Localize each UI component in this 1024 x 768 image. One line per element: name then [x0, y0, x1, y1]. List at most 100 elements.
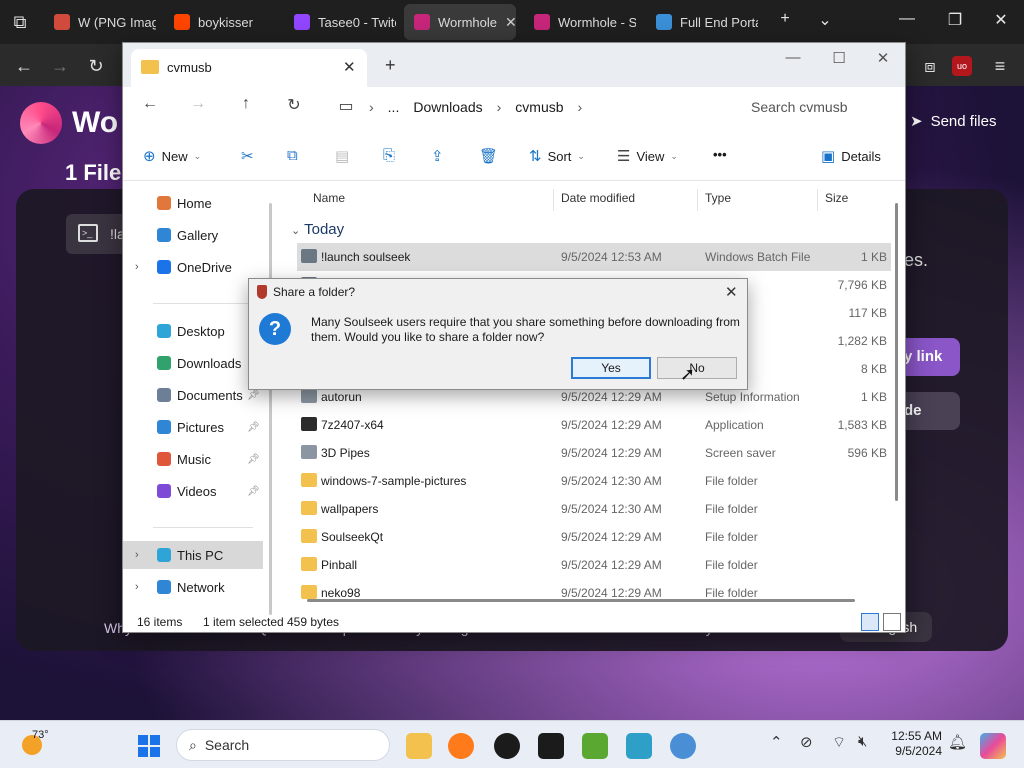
forward-icon[interactable]: →	[48, 54, 72, 78]
file-row[interactable]: !launch soulseek 9/5/2024 12:53 AM Windows…	[297, 243, 891, 271]
chevron-right-icon[interactable]: ›	[135, 549, 139, 561]
nav-item-this-pc[interactable]: › This PC	[123, 541, 263, 569]
maximize-icon[interactable]: ❐	[940, 10, 970, 30]
explorer-tab[interactable]: cvmusb ✕	[131, 49, 367, 87]
close-window-icon[interactable]: ✕	[986, 10, 1016, 30]
extensions-icon[interactable]: ⧈	[918, 54, 942, 78]
file-row[interactable]: windows-7-sample-pictures 9/5/2024 12:30 …	[297, 467, 891, 495]
firefox-taskbar-icon[interactable]	[448, 733, 474, 759]
explorer-maximize-icon[interactable]: ☐	[827, 49, 851, 67]
chevron-right-icon[interactable]: ›	[135, 261, 139, 273]
breadcrumb-downloads[interactable]: Downloads	[413, 99, 482, 115]
navigation-scrollbar[interactable]	[269, 203, 272, 615]
file-row[interactable]: SoulseekQt 9/5/2024 12:29 AM File folder	[297, 523, 891, 551]
breadcrumb-more[interactable]: ...	[388, 99, 400, 115]
nav-item-home[interactable]: Home	[123, 189, 263, 217]
more-options-button[interactable]: •••	[713, 147, 727, 162]
this-pc-icon[interactable]: ▭	[335, 96, 357, 116]
sort-button[interactable]: ⇅ Sort ⌄	[529, 147, 585, 165]
menu-icon[interactable]: ≡	[988, 54, 1012, 78]
chevron-right-icon[interactable]: ›	[135, 581, 139, 593]
nav-item-desktop[interactable]: Desktop📌︎	[123, 317, 263, 345]
nav-item-network[interactable]: › Network	[123, 573, 263, 601]
system-clock[interactable]: 12:55 AM 9/5/2024	[890, 729, 942, 759]
minecraft-taskbar-icon[interactable]	[582, 733, 608, 759]
file-row[interactable]: 3D Pipes 9/5/2024 12:29 AM Screen saver 596…	[297, 439, 891, 467]
column-separator[interactable]	[697, 189, 698, 211]
send-files-button[interactable]: ➤ Send files	[896, 104, 1010, 138]
explorer-search-input[interactable]: Search cvmusb	[737, 93, 903, 121]
large-icons-view-icon[interactable]	[883, 613, 901, 631]
file-row[interactable]: neko98 9/5/2024 12:29 AM File folder	[297, 579, 891, 607]
explorer-back-icon[interactable]: ←	[139, 95, 161, 113]
no-button[interactable]: No	[657, 357, 737, 379]
browser-tab[interactable]: Wormhole - S	[524, 4, 636, 40]
ublock-icon[interactable]: uo	[952, 56, 972, 76]
new-tab-icon[interactable]: +	[770, 10, 800, 28]
column-date-modified[interactable]: Date modified	[561, 191, 635, 205]
file-row[interactable]: wallpapers 9/5/2024 12:30 AM File folder	[297, 495, 891, 523]
nav-item-onedrive[interactable]: › OneDrive	[123, 253, 263, 281]
taskbar-search[interactable]: ⌕ Search	[176, 729, 390, 761]
explorer-refresh-icon[interactable]: ↻	[283, 95, 305, 115]
volume-muted-icon[interactable]: 🔇︎	[858, 733, 867, 750]
tab-list-chevron-icon[interactable]: ⌄	[810, 10, 840, 30]
details-view-icon[interactable]	[861, 613, 879, 631]
app-taskbar-icon[interactable]	[494, 733, 520, 759]
dialog-close-icon[interactable]: ✕	[725, 283, 738, 301]
nav-item-music[interactable]: Music 📌︎	[123, 445, 263, 473]
network-icon[interactable]: ⊘	[800, 733, 813, 751]
column-name[interactable]: Name	[313, 191, 345, 205]
file-explorer-taskbar-icon[interactable]	[406, 733, 432, 759]
column-type[interactable]: Type	[705, 191, 731, 205]
close-tab-icon[interactable]: ✕	[505, 14, 516, 31]
show-hidden-icons-chevron-icon[interactable]: ⌃	[770, 733, 783, 751]
nav-item-gallery[interactable]: Gallery	[123, 221, 263, 249]
nav-item-documents[interactable]: Documents 📌︎	[123, 381, 263, 409]
group-header-today[interactable]: ⌄ Today	[291, 221, 344, 238]
wifi-icon[interactable]: ⌔	[832, 733, 846, 752]
copy-icon[interactable]: ⧉	[287, 147, 298, 164]
back-icon[interactable]: ←	[12, 54, 36, 78]
breadcrumb-cvmusb[interactable]: cvmusb	[515, 99, 563, 115]
nav-item-downloads[interactable]: Downloads📌︎	[123, 349, 263, 377]
content-horizontal-scrollbar[interactable]	[307, 599, 855, 602]
minimize-icon[interactable]: —	[892, 10, 922, 28]
share-icon[interactable]: ⇪	[431, 147, 444, 165]
soulseek-taskbar-icon[interactable]	[670, 733, 696, 759]
file-row[interactable]: 7z2407-x64 9/5/2024 12:29 AM Application 1,…	[297, 411, 891, 439]
notepad-taskbar-icon[interactable]	[626, 733, 652, 759]
tab-actions-icon[interactable]: ⧉	[8, 10, 32, 34]
view-button[interactable]: ☰ View ⌄	[617, 147, 678, 165]
delete-icon[interactable]: 🗑︎	[479, 147, 498, 165]
file-row[interactable]: Pinball 9/5/2024 12:29 AM File folder	[297, 551, 891, 579]
cut-icon[interactable]: ✂	[241, 147, 254, 165]
explorer-up-icon[interactable]: ↑	[235, 95, 257, 113]
column-separator[interactable]	[817, 189, 818, 211]
details-button[interactable]: ▣ Details	[821, 147, 881, 165]
explorer-new-tab-icon[interactable]: +	[385, 55, 396, 76]
explorer-minimize-icon[interactable]: —	[781, 49, 805, 66]
new-button[interactable]: ⊕ New ⌄	[143, 147, 201, 165]
refresh-icon[interactable]: ↻	[84, 54, 108, 78]
close-tab-icon[interactable]: ✕	[343, 58, 356, 76]
browser-tab[interactable]: W (PNG Imag	[44, 4, 156, 40]
browser-tab[interactable]: Tasee0 - Twitc	[284, 4, 396, 40]
yes-button[interactable]: Yes	[571, 357, 651, 379]
terminal-taskbar-icon[interactable]	[538, 733, 564, 759]
column-separator[interactable]	[553, 189, 554, 211]
paste-icon[interactable]: ▤	[335, 147, 349, 165]
explorer-forward-icon[interactable]: →	[187, 95, 209, 113]
nav-item-pictures[interactable]: Pictures 📌︎	[123, 413, 263, 441]
rename-icon[interactable]: ⎘	[383, 147, 395, 164]
column-size[interactable]: Size	[825, 191, 848, 205]
browser-tab[interactable]: Wormhole ✕	[404, 4, 516, 40]
explorer-close-icon[interactable]: ✕	[871, 49, 895, 67]
copilot-taskbar-icon[interactable]	[980, 733, 1006, 759]
browser-tab[interactable]: boykisser	[164, 4, 276, 40]
start-button[interactable]	[138, 735, 160, 757]
browser-tab[interactable]: Full End Portal	[646, 4, 758, 40]
nav-item-videos[interactable]: Videos 📌︎	[123, 477, 263, 505]
content-vertical-scrollbar[interactable]	[895, 203, 898, 501]
notifications-bell-icon[interactable]: 🔔︎	[948, 733, 967, 751]
